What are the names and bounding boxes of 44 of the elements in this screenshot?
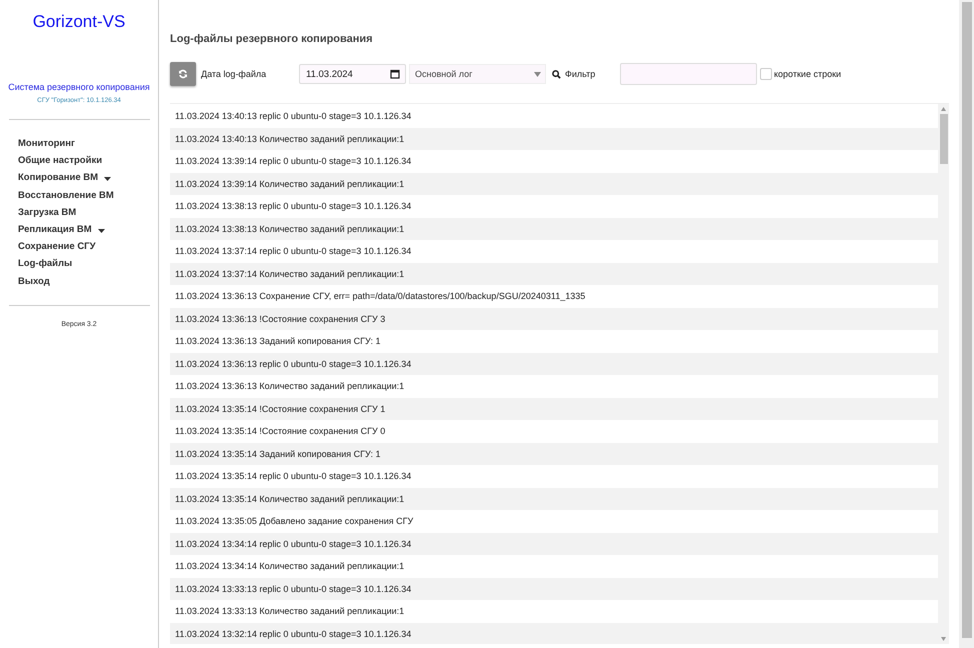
checkbox-label: короткие строки (774, 69, 842, 79)
menu-item[interactable]: Восстановление ВМ (18, 186, 158, 204)
log-line: 11.03.2024 13:40:13 replic 0 ubuntu-0 stage=3 10.1.126.34 (174, 110, 412, 123)
log-line: 11.03.2024 13:35:05 Добавлено задание сохранения СГУ (174, 515, 414, 528)
menu-item[interactable]: Выход (18, 272, 158, 290)
checkbox[interactable] (760, 68, 772, 80)
log-line: 11.03.2024 13:37:14 replic 0 ubuntu-0 stage=3 10.1.126.34 (174, 245, 412, 258)
refresh-button[interactable] (170, 62, 196, 86)
refresh-icon (178, 69, 188, 79)
log-line: 11.03.2024 13:36:13 Сохранение СГУ, err= path=/data/0/datastores/100/backup/SGU/20240311_1335 (174, 290, 586, 303)
page-scrollbar[interactable] (959, 0, 974, 648)
filter-label: Фильтр (565, 69, 596, 79)
date-field[interactable]: 11.03.2024 (299, 64, 406, 84)
menu-item[interactable]: Общие настройки (18, 152, 158, 170)
menu-item[interactable]: Log-файлы (18, 255, 158, 273)
page-title: Log-файлы резервного копирования (170, 33, 374, 45)
caret-icon (104, 177, 112, 181)
scroll-down-icon[interactable] (941, 637, 946, 641)
menu-item[interactable]: Сохранение СГУ (18, 238, 158, 256)
calendar-icon (390, 69, 400, 79)
log-line: 11.03.2024 13:33:13 Количество заданий репликации:1 (174, 605, 406, 618)
menu-item[interactable]: Репликация ВМ (18, 221, 92, 238)
dropdown-caret-icon (534, 72, 541, 76)
filter-field[interactable] (620, 63, 757, 85)
log-line: 11.03.2024 13:35:14 replic 0 ubuntu-0 stage=3 10.1.126.34 (174, 470, 412, 483)
search-icon (552, 70, 561, 78)
menu-item[interactable]: Мониторинг (18, 135, 158, 152)
log-line: 11.03.2024 13:36:13 Количество заданий репликации:1 (174, 380, 406, 393)
log-line: 11.03.2024 13:35:14 !Состояние сохранения СГУ 0 (174, 425, 386, 438)
scrollbar[interactable] (938, 104, 949, 644)
menu-item[interactable]: Копирование ВМ (18, 169, 98, 187)
log-line: 11.03.2024 13:34:14 Количество заданий репликации:1 (174, 560, 406, 573)
scroll-up-icon[interactable] (941, 107, 946, 111)
scroll-thumb[interactable] (940, 114, 948, 164)
log-line: 11.03.2024 13:39:14 replic 0 ubuntu-0 stage=3 10.1.126.34 (174, 155, 412, 168)
scroll-thumb[interactable] (962, 2, 972, 638)
menu-item[interactable]: Загрузка ВМ (18, 204, 158, 222)
app-subtitle: Система резервного копирования (8, 82, 150, 92)
caret-icon (98, 228, 105, 233)
app-logo: Gorizont-VS (32, 12, 126, 32)
log-line: 11.03.2024 13:38:13 replic 0 ubuntu-0 stage=3 10.1.126.34 (174, 200, 412, 213)
log-line: 11.03.2024 13:36:13 Заданий копирования СГУ: 1 (174, 335, 382, 348)
log-select[interactable]: Основной лог (409, 64, 546, 84)
date-label: Дата log-файла (201, 69, 268, 79)
